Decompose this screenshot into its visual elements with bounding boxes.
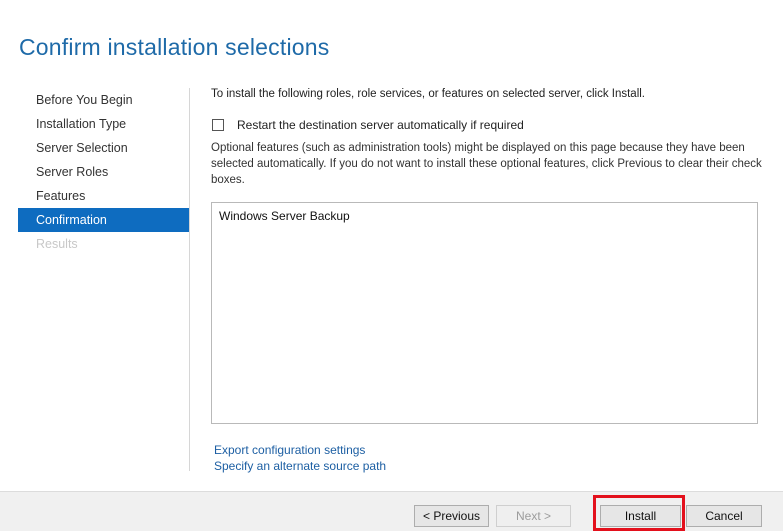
install-button[interactable]: Install <box>600 505 681 527</box>
optional-features-note: Optional features (such as administratio… <box>211 142 762 186</box>
nav-divider <box>189 88 190 471</box>
intro-text: To install the following roles, role ser… <box>211 88 645 100</box>
nav-item-server-selection[interactable]: Server Selection <box>18 136 189 160</box>
button-bar: < Previous Next > Install Cancel <box>0 491 783 531</box>
next-button: Next > <box>496 505 571 527</box>
restart-checkbox-label[interactable]: Restart the destination server automatic… <box>237 118 524 132</box>
cancel-button[interactable]: Cancel <box>686 505 762 527</box>
export-configuration-link[interactable]: Export configuration settings <box>214 443 365 457</box>
restart-checkbox[interactable] <box>212 119 224 131</box>
feature-list: Windows Server Backup <box>211 202 758 424</box>
nav-item-confirmation[interactable]: Confirmation <box>18 208 189 232</box>
nav-item-before-you-begin[interactable]: Before You Begin <box>18 88 189 112</box>
feature-list-item: Windows Server Backup <box>219 209 350 223</box>
content-panel: To install the following roles, role ser… <box>211 88 767 186</box>
nav-item-server-roles[interactable]: Server Roles <box>18 160 189 184</box>
previous-button[interactable]: < Previous <box>414 505 489 527</box>
nav-item-results: Results <box>36 237 78 251</box>
nav-item-installation-type[interactable]: Installation Type <box>18 112 189 136</box>
page-title: Confirm installation selections <box>19 34 330 60</box>
alternate-source-link[interactable]: Specify an alternate source path <box>214 459 386 473</box>
nav-item-features[interactable]: Features <box>18 184 189 208</box>
wizard-nav: Before You Begin Installation Type Serve… <box>18 88 189 256</box>
restart-option[interactable]: Restart the destination server automatic… <box>212 118 524 132</box>
